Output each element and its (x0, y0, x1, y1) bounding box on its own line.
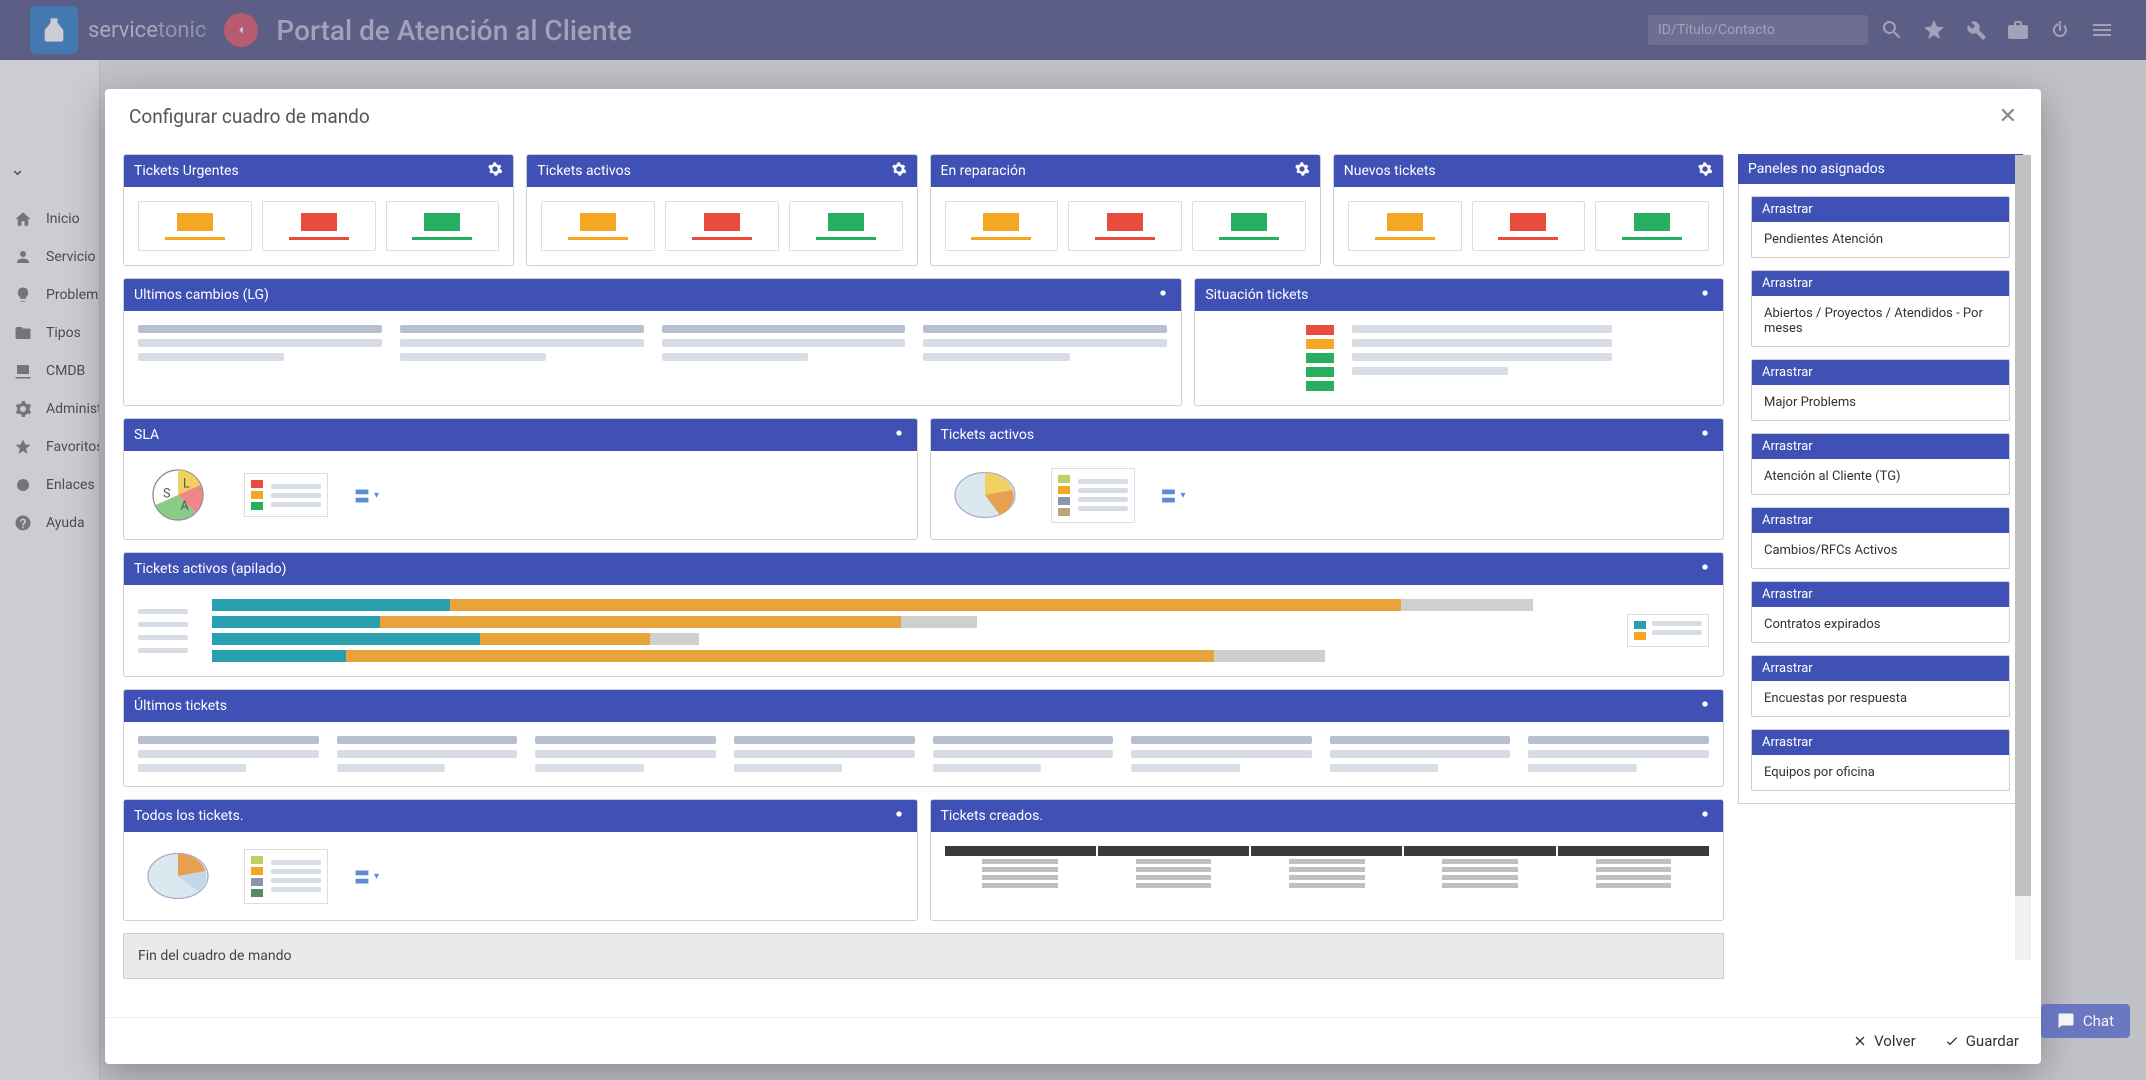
gear-icon[interactable] (1155, 285, 1171, 305)
panel-ultimos-tickets[interactable]: Últimos tickets (123, 689, 1724, 787)
gear-icon[interactable] (487, 161, 503, 181)
dashboard-config-modal: Configurar cuadro de mando ✕ Tickets Urg… (105, 89, 2041, 1064)
unassigned-header: Paneles no asignados (1738, 154, 2023, 184)
drag-label: Atención al Cliente (TG) (1752, 459, 2009, 494)
drag-handle[interactable]: Arrastrar (1752, 434, 2009, 459)
save-button[interactable]: Guardar (1944, 1032, 2019, 1050)
panel-tickets-apilado[interactable]: Tickets activos (apilado) (123, 552, 1724, 677)
modal-footer: Volver Guardar (105, 1017, 2041, 1064)
gear-icon[interactable] (1697, 161, 1713, 181)
close-icon[interactable]: ✕ (1999, 104, 2017, 129)
drag-handle[interactable]: Arrastrar (1752, 360, 2009, 385)
kpi-orange (138, 201, 252, 251)
legend (1051, 468, 1135, 523)
panel-en-reparacion[interactable]: En reparación (930, 154, 1321, 266)
modal-title: Configurar cuadro de mando (129, 105, 370, 128)
drag-label: Major Problems (1752, 385, 2009, 420)
legend (244, 849, 328, 904)
panel-tickets-urgentes[interactable]: Tickets Urgentes (123, 154, 514, 266)
drag-label: Cambios/RFCs Activos (1752, 533, 2009, 568)
drag-card[interactable]: ArrastrarEquipos por oficina (1751, 729, 2010, 791)
drag-handle[interactable]: Arrastrar (1752, 730, 2009, 755)
end-of-dashboard: Fin del cuadro de mando (123, 933, 1724, 979)
filter-icon[interactable]: 〓 ▾ (354, 483, 379, 507)
back-button[interactable]: Volver (1852, 1032, 1916, 1050)
drag-handle[interactable]: Arrastrar (1752, 582, 2009, 607)
svg-text:S: S (163, 487, 170, 502)
filter-icon[interactable]: 〓 ▾ (1161, 483, 1186, 507)
gear-icon[interactable] (1697, 559, 1713, 579)
gear-icon[interactable] (891, 425, 907, 445)
panel-tickets-activos[interactable]: Tickets activos (526, 154, 917, 266)
panel-tickets-activos-pie[interactable]: Tickets activos 〓 ▾ (930, 418, 1725, 540)
panel-ultimos-cambios[interactable]: Ultimos cambios (LG) (123, 278, 1182, 406)
legend (1627, 614, 1709, 647)
modal-header: Configurar cuadro de mando ✕ (105, 89, 2041, 144)
pie-chart-icon (138, 846, 218, 906)
modal-body: Tickets Urgentes Tickets activos (105, 144, 2041, 1017)
drag-label: Pendientes Atención (1752, 222, 2009, 257)
gear-icon[interactable] (1697, 806, 1713, 826)
drag-card[interactable]: ArrastrarCambios/RFCs Activos (1751, 507, 2010, 569)
kpi-green (386, 201, 500, 251)
gear-icon[interactable] (1294, 161, 1310, 181)
kpi-red (262, 201, 376, 251)
gear-icon[interactable] (891, 161, 907, 181)
drag-card[interactable]: ArrastrarMajor Problems (1751, 359, 2010, 421)
drag-card[interactable]: ArrastrarAtención al Cliente (TG) (1751, 433, 2010, 495)
drag-card[interactable]: ArrastrarPendientes Atención (1751, 196, 2010, 258)
drag-label: Contratos expirados (1752, 607, 2009, 642)
unassigned-panels: Paneles no asignados ArrastrarPendientes… (1738, 154, 2023, 1007)
panel-nuevos-tickets[interactable]: Nuevos tickets (1333, 154, 1724, 266)
drag-handle[interactable]: Arrastrar (1752, 271, 2009, 296)
drag-handle[interactable]: Arrastrar (1752, 197, 2009, 222)
drag-label: Abiertos / Proyectos / Atendidos - Por m… (1752, 296, 2009, 346)
drag-label: Equipos por oficina (1752, 755, 2009, 790)
drag-label: Encuestas por respuesta (1752, 681, 2009, 716)
pie-chart-icon: SLA (138, 465, 218, 525)
gear-icon[interactable] (1697, 425, 1713, 445)
panel-todos-tickets[interactable]: Todos los tickets. 〓 ▾ (123, 799, 918, 921)
gear-icon[interactable] (891, 806, 907, 826)
gear-icon[interactable] (1697, 696, 1713, 716)
pie-chart-icon (945, 465, 1025, 525)
legend (244, 473, 328, 517)
drag-handle[interactable]: Arrastrar (1752, 656, 2009, 681)
scrollbar[interactable] (2015, 155, 2031, 960)
gear-icon[interactable] (1697, 285, 1713, 305)
panel-tickets-creados[interactable]: Tickets creados. (930, 799, 1725, 921)
panel-situacion-tickets[interactable]: Situación tickets (1194, 278, 1724, 406)
drag-handle[interactable]: Arrastrar (1752, 508, 2009, 533)
drag-card[interactable]: ArrastrarContratos expirados (1751, 581, 2010, 643)
drag-card[interactable]: ArrastrarEncuestas por respuesta (1751, 655, 2010, 717)
panel-sla[interactable]: SLA SLA 〓 ▾ (123, 418, 918, 540)
svg-text:A: A (181, 499, 189, 514)
drag-card[interactable]: ArrastrarAbiertos / Proyectos / Atendido… (1751, 270, 2010, 347)
svg-text:L: L (183, 477, 190, 492)
chat-widget[interactable]: Chat (2041, 1004, 2130, 1038)
filter-icon[interactable]: 〓 ▾ (354, 864, 379, 888)
